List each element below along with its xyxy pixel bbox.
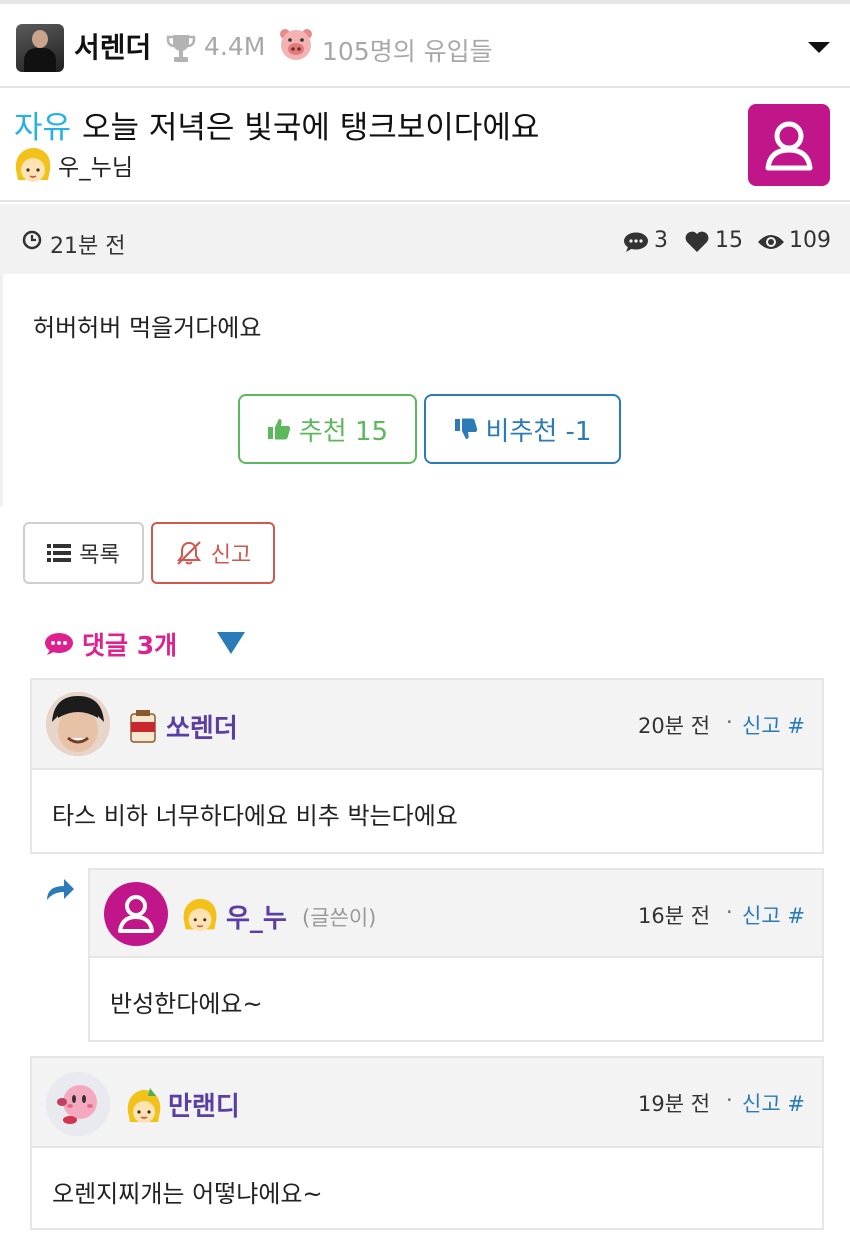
upvote-label: 추천 15 xyxy=(298,416,389,447)
comment-body: 오렌지찌개는 어떻냐에요~ xyxy=(30,1148,824,1230)
pig-icon xyxy=(280,29,312,60)
heart-icon xyxy=(685,231,709,252)
avatar-photo xyxy=(46,692,110,756)
user-icon xyxy=(118,895,154,933)
list-button[interactable]: 목록 xyxy=(23,522,144,584)
comment-icon xyxy=(624,232,648,252)
comment-header: 우_누 (글쓴이) 16분 전 · 신고 # xyxy=(88,868,824,958)
avatar[interactable] xyxy=(46,692,110,756)
eye-icon xyxy=(758,235,784,249)
channel-header: 서렌더 4.4M 105명의 유입들 xyxy=(0,4,850,88)
comment-count: 3 xyxy=(654,228,668,253)
comment-body: 반성한다에요~ xyxy=(88,958,824,1042)
writer-tag: (글쓴이) xyxy=(302,906,377,930)
caret-down-icon[interactable] xyxy=(217,632,245,654)
thumbs-up-icon xyxy=(267,419,291,440)
thumbs-down-icon xyxy=(454,418,477,439)
comment-report-link[interactable]: 신고 # xyxy=(742,1088,805,1118)
comments-count-label: 댓글 3개 xyxy=(82,631,178,660)
channel-score: 4.4M xyxy=(204,32,266,61)
dropdown-icon[interactable] xyxy=(808,42,830,53)
comment-time: 20분 전 xyxy=(638,714,711,738)
comment-report-link[interactable]: 신고 # xyxy=(742,900,805,930)
comment-author[interactable]: 우_누 xyxy=(226,898,287,935)
channel-name[interactable]: 서렌더 xyxy=(74,26,151,66)
comment-text: 타스 비하 너무하다에요 비추 박는다에요 xyxy=(52,802,458,830)
avatar[interactable] xyxy=(104,882,168,946)
post-title: 오늘 저녁은 빛국에 탱크보이다에요 xyxy=(82,110,540,146)
post-meta: 21분 전 3 15 109 xyxy=(0,204,850,274)
comment-text: 오렌지찌개는 어떻냐에요~ xyxy=(52,1180,323,1208)
author-avatar[interactable] xyxy=(748,104,830,186)
list-icon xyxy=(47,544,72,562)
separator-dot: · xyxy=(726,900,733,924)
downvote-button[interactable]: 비추천 -1 xyxy=(424,394,621,464)
kirby-avatar-icon xyxy=(46,1072,110,1136)
comment-time: 16분 전 xyxy=(638,904,711,928)
comment-report-link[interactable]: 신고 # xyxy=(742,710,805,740)
comment-header: 쏘렌더 20분 전 · 신고 # xyxy=(30,678,824,770)
orange-badge-icon xyxy=(127,1088,161,1123)
channel-inflow: 105명의 유입들 xyxy=(322,37,493,66)
post-content: 허버허버 먹을거다에요 추천 15 비추천 -1 xyxy=(0,274,850,506)
post-header: 자유 오늘 저녁은 빛국에 탱크보이다에요 우_누님 xyxy=(0,90,850,202)
trophy-icon xyxy=(166,35,196,62)
avatar[interactable] xyxy=(46,1072,110,1136)
reply-arrow-icon xyxy=(47,879,74,900)
author-badge-icon xyxy=(183,898,217,932)
view-count: 109 xyxy=(789,228,831,253)
clock-icon xyxy=(22,230,42,250)
post-category[interactable]: 자유 xyxy=(14,102,71,147)
report-button[interactable]: 신고 xyxy=(151,522,275,584)
comments-icon xyxy=(45,633,73,655)
user-icon xyxy=(765,121,813,171)
list-label: 목록 xyxy=(79,543,120,568)
post-author[interactable]: 우_누님 xyxy=(58,148,133,182)
comment-author[interactable]: 쏘렌더 xyxy=(166,708,238,745)
comment-author[interactable]: 만랜디 xyxy=(168,1086,240,1123)
comment-text: 반성한다에요~ xyxy=(110,990,263,1018)
comment-body: 타스 비하 너무하다에요 비추 박는다에요 xyxy=(30,770,824,854)
channel-avatar[interactable] xyxy=(16,24,64,72)
separator-dot: · xyxy=(726,710,733,734)
like-count: 15 xyxy=(715,228,743,253)
post-time: 21분 전 xyxy=(50,234,126,259)
upvote-button[interactable]: 추천 15 xyxy=(238,394,417,464)
ramen-badge-icon xyxy=(130,710,156,743)
comment-header: 만랜디 19분 전 · 신고 # xyxy=(30,1056,824,1148)
downvote-label: 비추천 -1 xyxy=(485,416,592,447)
author-badge-icon xyxy=(15,148,51,182)
bell-slash-icon xyxy=(176,541,201,565)
post-body: 허버허버 먹을거다에요 xyxy=(33,314,262,342)
comment-time: 19분 전 xyxy=(638,1092,711,1116)
report-label: 신고 xyxy=(210,543,252,568)
separator-dot: · xyxy=(726,1088,733,1112)
